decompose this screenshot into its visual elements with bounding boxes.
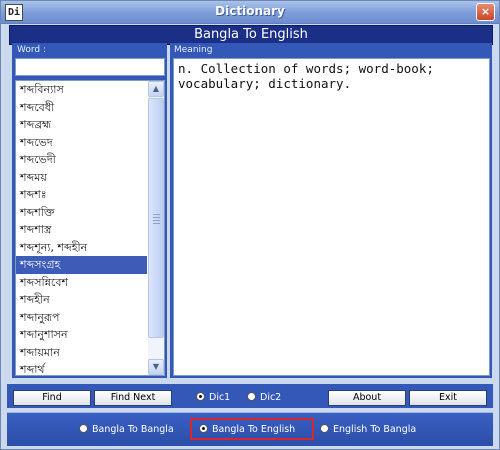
mode-english-to-bangla-radio[interactable]: English To Bangla (320, 423, 416, 437)
grip-line (153, 214, 160, 215)
word-list-item[interactable]: শব্দার্থ (16, 361, 147, 375)
word-list-item[interactable]: শব্দময় (16, 169, 147, 187)
selected-mode-highlight (190, 418, 314, 440)
meaning-text: n. Collection of words; word-book; vocab… (173, 58, 490, 376)
word-search-input[interactable] (15, 58, 165, 76)
window-title: Dictionary (215, 4, 285, 18)
word-list-scrollbar[interactable]: ▲ ▼ (148, 81, 164, 375)
word-list-item[interactable]: শব্দভেদ (16, 134, 147, 152)
word-list-item[interactable]: শব্দানুরূপ (16, 309, 147, 327)
mode-header: Bangla To English (9, 25, 493, 45)
dic2-label: Dic2 (260, 392, 282, 403)
title-bar[interactable]: Di Dictionary × (1, 1, 499, 24)
radio-unchecked-icon (320, 424, 329, 433)
scroll-down-arrow-icon[interactable]: ▼ (148, 359, 164, 375)
word-list[interactable]: ▲ ▼ শব্দবিন্যাস শব্দবেধী শব্দব্রহ্ম শব্দভেদ… (15, 80, 165, 376)
dic1-label: Dic1 (209, 392, 231, 403)
word-list-item[interactable]: শব্দহীন (16, 291, 147, 309)
exit-button[interactable]: Exit (409, 390, 487, 406)
word-list-item[interactable]: শব্দবেধী (16, 99, 147, 117)
word-list-item[interactable]: শব্দসন্নিবেশ (16, 274, 147, 292)
mode-label: English To Bangla (333, 424, 417, 435)
radio-checked-icon (196, 392, 205, 401)
find-next-button[interactable]: Find Next (94, 390, 172, 406)
mode-bangla-to-bangla-radio[interactable]: Bangla To Bangla (79, 423, 174, 437)
grip-line (153, 217, 160, 218)
word-list-item[interactable]: শব্দব্রহ্ম (16, 116, 147, 134)
meaning-label: Meaning (174, 45, 213, 55)
word-list-item[interactable]: শব্দায়মান (16, 344, 147, 362)
word-list-item[interactable]: শব্দশূন্য, শব্দহীন (16, 239, 147, 257)
radio-unchecked-icon (247, 392, 256, 401)
word-list-item[interactable]: শব্দানুশাসন (16, 326, 147, 344)
about-button[interactable]: About (328, 390, 406, 406)
dictionary-window: Di Dictionary × Bangla To English Word :… (0, 0, 500, 450)
scroll-up-arrow-icon[interactable]: ▲ (148, 81, 164, 97)
word-list-item[interactable]: শব্দশঃ (16, 186, 147, 204)
close-button[interactable]: × (476, 3, 495, 21)
word-list-item[interactable]: শব্দশক্তি (16, 204, 147, 222)
find-button[interactable]: Find (13, 390, 91, 406)
dic1-radio[interactable]: Dic1 (196, 390, 230, 406)
word-list-item[interactable]: শব্দবিন্যাস (16, 81, 147, 99)
radio-unchecked-icon (79, 424, 88, 433)
mode-label: Bangla To Bangla (92, 424, 174, 435)
grip-line (153, 223, 160, 224)
scroll-thumb[interactable] (148, 98, 164, 338)
word-label: Word : (17, 45, 47, 55)
grip-line (153, 220, 160, 221)
word-list-item[interactable]: শব্দশাস্ত্র (16, 221, 147, 239)
dic2-radio[interactable]: Dic2 (247, 390, 281, 406)
word-list-item[interactable]: শব্দসংগ্রহ (16, 256, 147, 274)
word-list-item[interactable]: শব্দভেদী (16, 151, 147, 169)
